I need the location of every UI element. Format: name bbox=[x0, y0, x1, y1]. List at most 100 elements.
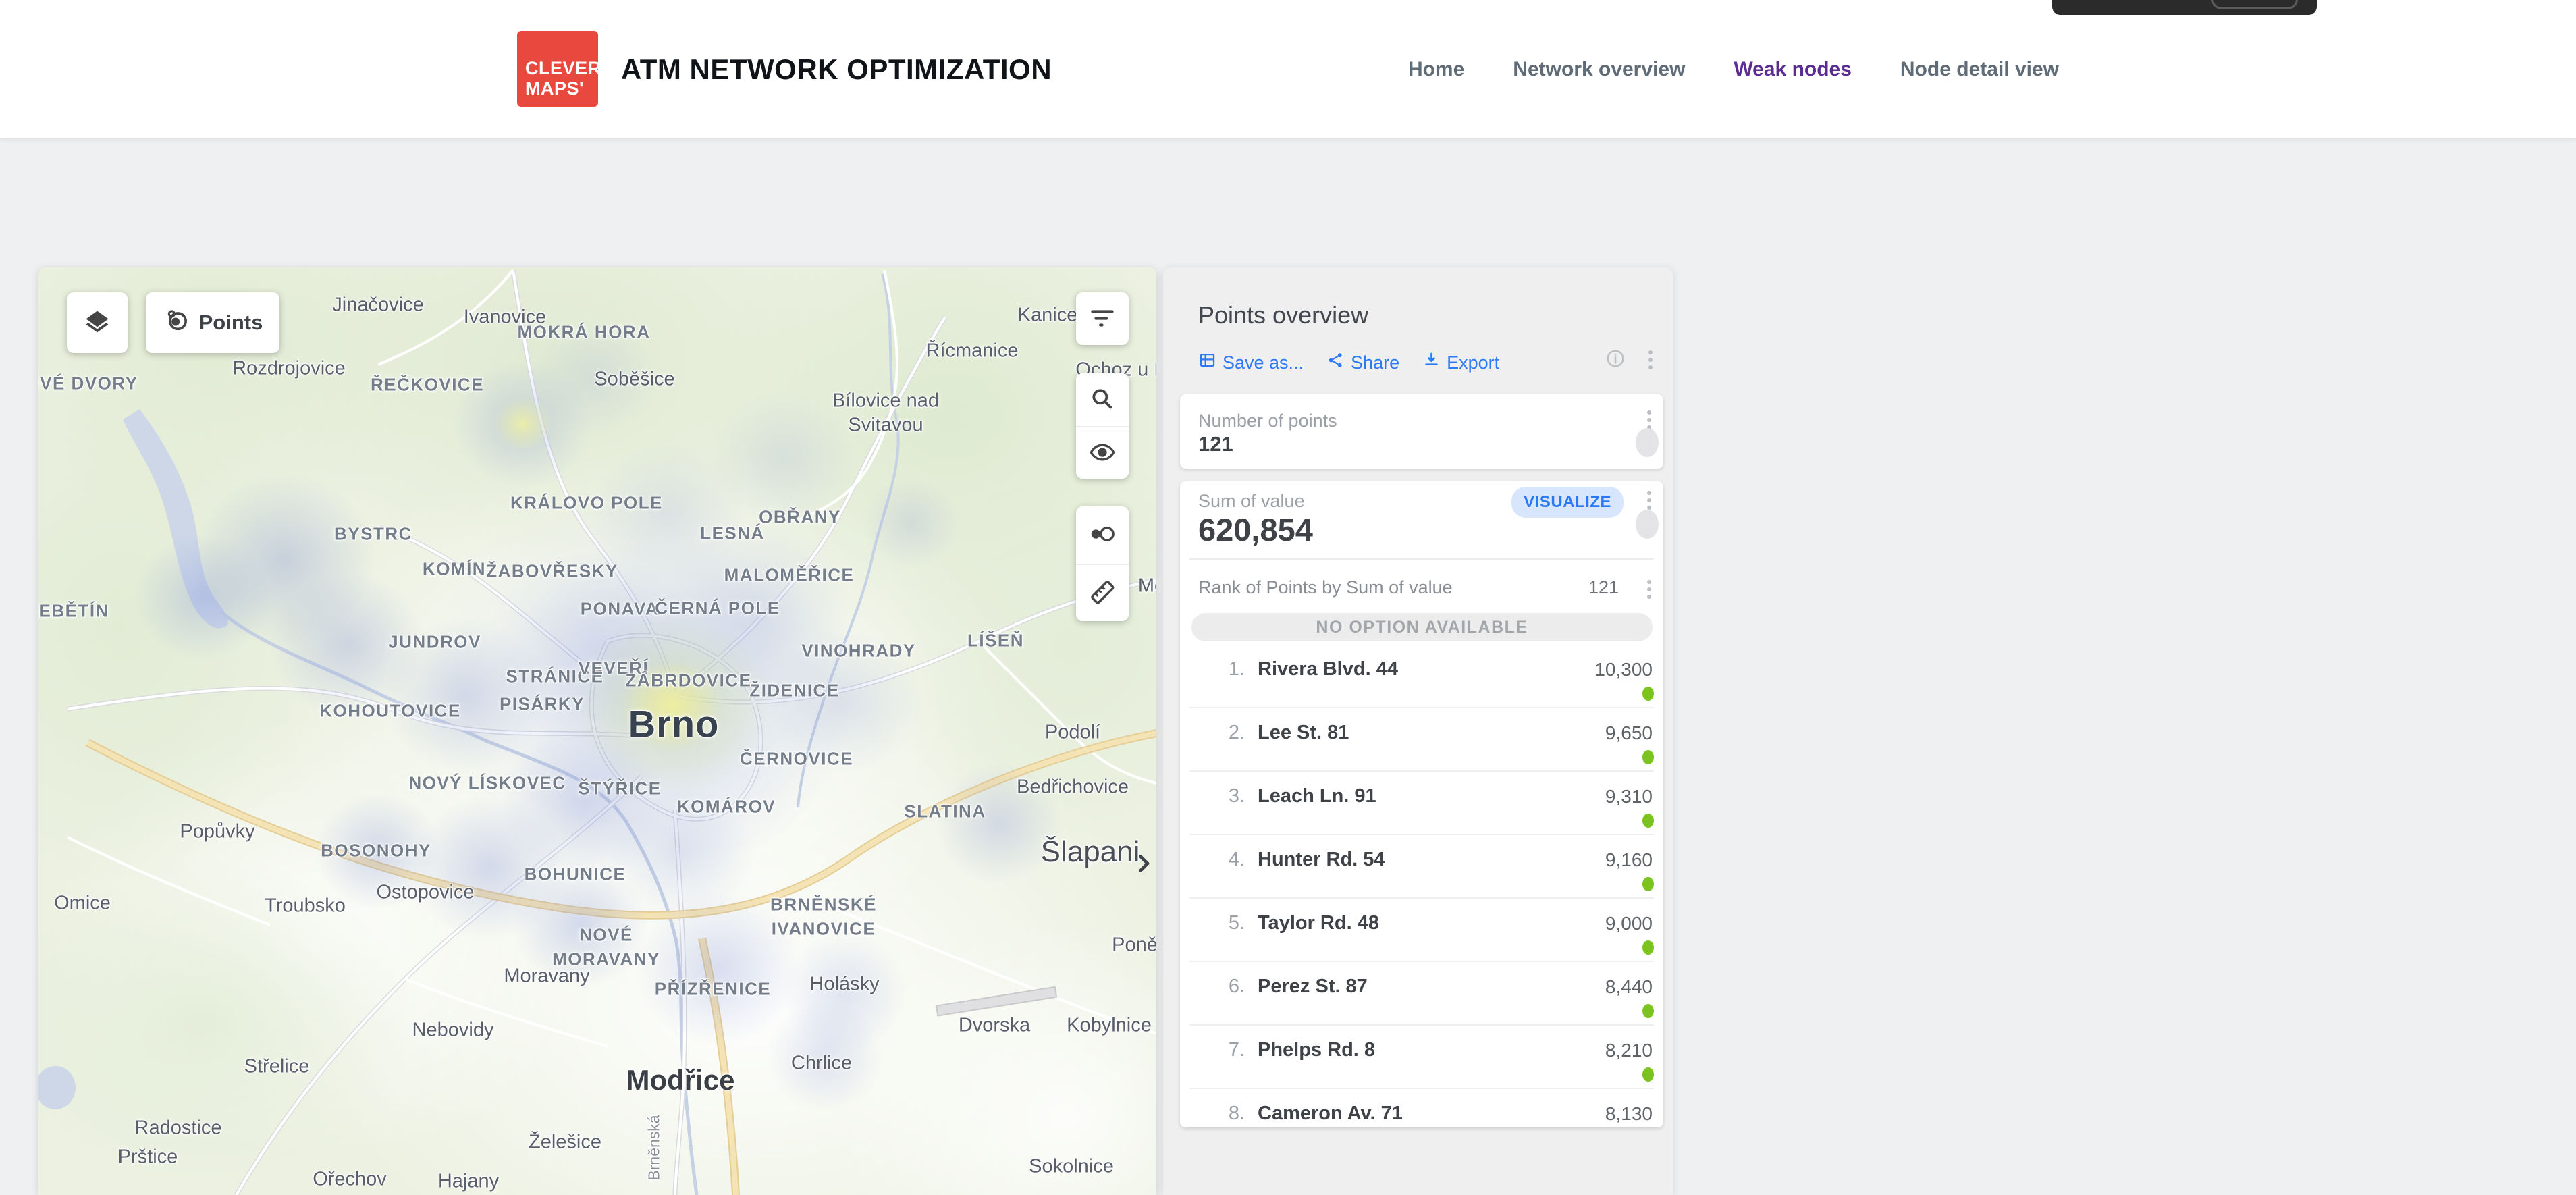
rank-value: 8,440 bbox=[1605, 976, 1653, 998]
number-of-points-label: Number of points bbox=[1198, 410, 1337, 431]
map-canvas[interactable]: OVÉ DVORYMOKRÁ HORAŘEČKOVICEŽEBĚTÍNBYSTR… bbox=[38, 267, 1156, 1195]
logo-line-2: MAPS' bbox=[525, 78, 598, 99]
share-icon bbox=[1326, 351, 1345, 374]
sum-of-value-menu[interactable] bbox=[1647, 491, 1651, 510]
rank-number: 6. bbox=[1211, 976, 1245, 998]
airport-runway bbox=[936, 987, 1056, 1016]
compare-circles-button[interactable] bbox=[1076, 506, 1129, 564]
map-label: LESNÁ bbox=[700, 523, 765, 544]
clevermaps-logo[interactable]: CLEVER° MAPS' bbox=[517, 31, 598, 107]
filter-button[interactable] bbox=[1076, 292, 1129, 345]
panel-title: Points overview bbox=[1198, 301, 1368, 329]
rank-number: 5. bbox=[1211, 912, 1245, 934]
number-of-points-menu[interactable] bbox=[1647, 410, 1651, 429]
map-label: IVANOVICE bbox=[772, 919, 876, 940]
layers-button[interactable] bbox=[67, 292, 128, 353]
measure-button[interactable] bbox=[1076, 564, 1129, 621]
map-label: BOSONOHY bbox=[321, 841, 431, 861]
rank-status-dot bbox=[1642, 1004, 1654, 1018]
map-label: Ivanovice bbox=[464, 307, 547, 329]
panel-menu-button[interactable] bbox=[1648, 350, 1653, 369]
nav-item-home[interactable]: Home bbox=[1408, 58, 1464, 81]
save-as-icon bbox=[1198, 351, 1216, 374]
map-label: Řícmanice bbox=[926, 340, 1019, 363]
sum-of-value-card: Sum of value VISUALIZE 620,854 Rank of P… bbox=[1180, 481, 1663, 1127]
browser-toast bbox=[2052, 0, 2317, 15]
sum-of-value-label: Sum of value bbox=[1198, 491, 1305, 512]
map-label: PŘÍZŘENICE bbox=[655, 979, 771, 1000]
rank-name: Hunter Rd. 54 bbox=[1258, 849, 1385, 871]
rank-name: Cameron Av. 71 bbox=[1258, 1103, 1403, 1125]
nav-item-node-detail-view[interactable]: Node detail view bbox=[1900, 58, 2059, 81]
share-button[interactable]: Share bbox=[1326, 351, 1399, 374]
rank-name: Leach Ln. 91 bbox=[1258, 785, 1376, 807]
map-label: OBŘANY bbox=[759, 507, 841, 528]
rank-menu[interactable] bbox=[1647, 580, 1651, 599]
map-label: Modřice bbox=[626, 1064, 734, 1096]
map-label: NOVÉ bbox=[579, 925, 633, 946]
rank-item[interactable]: 2.Lee St. 819,650 bbox=[1180, 708, 1663, 772]
map-label: PISÁRKY bbox=[500, 694, 585, 715]
rank-status-dot bbox=[1642, 940, 1654, 955]
rank-value: 9,650 bbox=[1605, 722, 1653, 744]
map-label: Ostopovice bbox=[376, 882, 474, 904]
map-label: ŽIDENICE bbox=[749, 681, 839, 701]
visibility-button[interactable] bbox=[1076, 426, 1129, 479]
map-label: Holásky bbox=[809, 974, 879, 996]
map-label: KOMÍN bbox=[423, 559, 486, 580]
map-label: NOVÝ LÍSKOVEC bbox=[408, 773, 566, 794]
rank-item[interactable]: 8.Cameron Av. 718,130 bbox=[1180, 1089, 1663, 1127]
search-button[interactable] bbox=[1076, 373, 1129, 426]
map-label: Sokolnice bbox=[1029, 1156, 1114, 1178]
map-label: Ořechov bbox=[313, 1169, 387, 1191]
map-label: JUNDROV bbox=[388, 632, 481, 653]
rank-status-dot bbox=[1642, 1067, 1654, 1082]
map-label: KOHOUTOVICE bbox=[319, 701, 461, 722]
rank-item[interactable]: 4.Hunter Rd. 549,160 bbox=[1180, 835, 1663, 899]
map-label: ČERNOVICE bbox=[740, 749, 853, 770]
map-label: Dvorska bbox=[959, 1015, 1030, 1037]
no-option-available-button: NO OPTION AVAILABLE bbox=[1191, 613, 1653, 641]
map-label: Bedřichovice bbox=[1017, 776, 1129, 799]
rank-name: Lee St. 81 bbox=[1258, 722, 1349, 744]
map-label: Podolí bbox=[1045, 722, 1100, 744]
rank-value: 9,160 bbox=[1605, 849, 1653, 871]
rank-item[interactable]: 5.Taylor Rd. 489,000 bbox=[1180, 899, 1663, 962]
visualize-button[interactable]: VISUALIZE bbox=[1511, 487, 1624, 518]
panel-collapse-chevron[interactable] bbox=[1130, 848, 1156, 880]
rank-item[interactable]: 3.Leach Ln. 919,310 bbox=[1180, 772, 1663, 835]
number-of-points-indicator[interactable] bbox=[1636, 428, 1659, 457]
page-title: ATM NETWORK OPTIMIZATION bbox=[621, 0, 1052, 138]
map-label: ŘEČKOVICE bbox=[371, 375, 484, 396]
info-button[interactable] bbox=[1605, 348, 1626, 371]
export-button[interactable]: Export bbox=[1422, 351, 1499, 374]
map-label: Hajany bbox=[438, 1171, 499, 1193]
save-as-button[interactable]: Save as... bbox=[1198, 351, 1304, 374]
main-nav: Home Network overview Weak nodes Node detai… bbox=[1408, 0, 2059, 138]
map-label: Brno bbox=[628, 702, 720, 746]
map-label: SLATINA bbox=[904, 801, 986, 822]
nav-item-weak-nodes[interactable]: Weak nodes bbox=[1734, 58, 1852, 81]
nav-item-network-overview[interactable]: Network overview bbox=[1513, 58, 1685, 81]
rank-number: 3. bbox=[1211, 785, 1245, 807]
rank-name: Phelps Rd. 8 bbox=[1258, 1039, 1375, 1061]
map-label: PONAVA bbox=[581, 599, 659, 620]
rank-item[interactable]: 1.Rivera Blvd. 4410,300 bbox=[1180, 645, 1663, 708]
rank-value: 9,000 bbox=[1605, 913, 1653, 934]
info-icon bbox=[1605, 348, 1626, 371]
sum-of-value-indicator[interactable] bbox=[1636, 510, 1659, 539]
map-label: Kobylnice bbox=[1067, 1015, 1152, 1037]
map-label: Nebovidy bbox=[412, 1019, 494, 1042]
map-label: Popůvky bbox=[180, 821, 254, 843]
points-overview-panel: Points overview Save as... Share Export bbox=[1163, 267, 1673, 1195]
sum-of-value-value: 620,854 bbox=[1198, 511, 1313, 548]
compare-measure-group bbox=[1076, 506, 1129, 621]
rank-item[interactable]: 6.Perez St. 878,440 bbox=[1180, 962, 1663, 1026]
pond-water bbox=[38, 1066, 76, 1109]
number-of-points-value: 121 bbox=[1198, 432, 1233, 456]
points-cluster-icon bbox=[163, 307, 190, 339]
points-layer-button[interactable]: Points bbox=[146, 292, 279, 353]
rank-item[interactable]: 7.Phelps Rd. 88,210 bbox=[1180, 1026, 1663, 1089]
rank-number: 1. bbox=[1211, 658, 1245, 681]
map-label: Brněnská bbox=[645, 1115, 664, 1180]
